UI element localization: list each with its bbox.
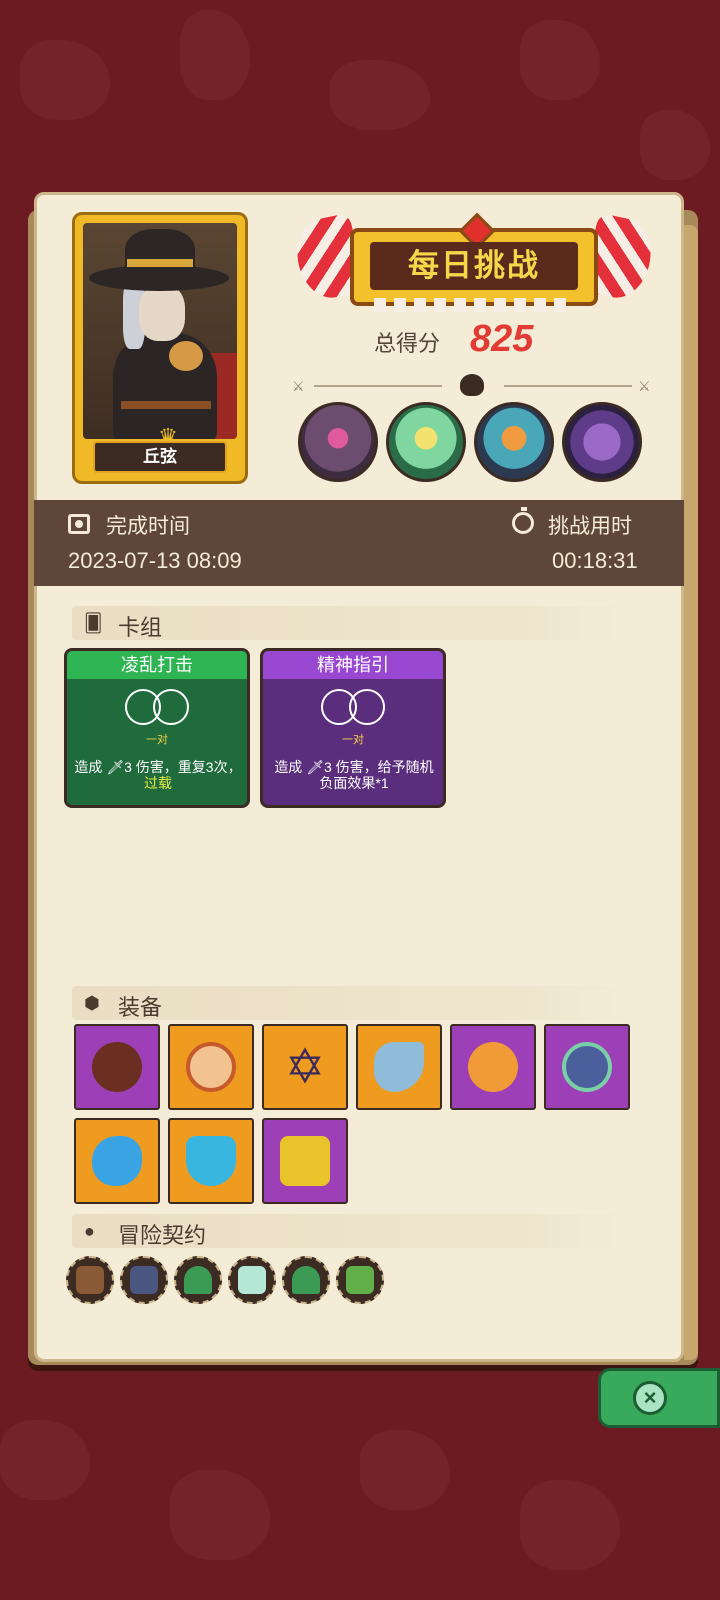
film-icon xyxy=(68,514,90,534)
cards-icon: 🂠 xyxy=(84,613,103,633)
ring-plate-icon[interactable] xyxy=(168,1024,254,1110)
poison-bottle-icon[interactable] xyxy=(336,1256,384,1304)
pair-icon xyxy=(321,689,387,729)
blue-blob-icon[interactable] xyxy=(74,1118,160,1204)
enemy-portrait-4[interactable] xyxy=(562,402,642,482)
close-icon: × xyxy=(633,1381,667,1415)
card-name: 凌乱打击 xyxy=(67,651,247,679)
pair-icon xyxy=(125,689,191,729)
page-title: 每日挑战 xyxy=(370,242,578,290)
contracts-title: 冒险契约 xyxy=(118,1223,207,1248)
sword-icon: 🗡 xyxy=(306,759,324,775)
crossed-swords-icon: ⚔ xyxy=(292,378,305,394)
equipment-header: ⬢ 装备 xyxy=(72,986,634,1020)
hero-name: 丘弦 xyxy=(93,441,227,473)
duration-label: 挑战用时 xyxy=(548,515,632,538)
deck-title: 卡组 xyxy=(118,615,163,640)
panel-edge xyxy=(684,225,698,1360)
card-name: 精神指引 xyxy=(263,651,443,679)
contracts-header: ● 冒险契约 xyxy=(72,1214,634,1248)
score-value: 825 xyxy=(470,318,534,360)
star-triangle-icon[interactable] xyxy=(282,1256,330,1304)
crown-icon: ♛ xyxy=(158,424,178,440)
skill-card[interactable]: 精神指引 一对 造成 🗡3 伤害，给予随机负面效果*1 xyxy=(260,648,446,808)
title-banner: 每日挑战 xyxy=(350,212,598,312)
equipment-title: 装备 xyxy=(118,995,163,1020)
box-icon: ⬢ xyxy=(84,993,100,1013)
star-triangle-icon[interactable] xyxy=(174,1256,222,1304)
sword-icon: 🗡 xyxy=(106,759,125,775)
eye-ring-icon[interactable] xyxy=(544,1024,630,1110)
card-pair-label: 一对 xyxy=(146,734,168,746)
treasure-chest-icon[interactable] xyxy=(262,1118,348,1204)
hexagram-icon[interactable]: ✡ xyxy=(262,1024,348,1110)
hero-portrait: ♛ xyxy=(83,223,237,439)
score-label: 总得分 xyxy=(374,331,441,356)
person-icon: ● xyxy=(84,1221,95,1241)
stopwatch-icon xyxy=(512,507,534,534)
potion-icon[interactable] xyxy=(228,1256,276,1304)
info-bar: 完成时间 2023-07-13 08:09 挑战用时 00:18:31 xyxy=(34,500,684,586)
skill-card[interactable]: 凌乱打击 一对 造成 🗡3 伤害，重复3次，过载 xyxy=(64,648,250,808)
shield-gem-icon[interactable] xyxy=(168,1118,254,1204)
close-button[interactable]: × xyxy=(598,1368,720,1428)
hero-card[interactable]: ♛ 丘弦 xyxy=(72,212,248,484)
deck-header: 🂠 卡组 xyxy=(72,606,634,640)
crossed-swords-icon: ⚔ xyxy=(638,378,651,394)
cheese-icon[interactable] xyxy=(450,1024,536,1110)
divider: ⚔ ⚔ xyxy=(292,374,656,396)
mystery-card-icon[interactable] xyxy=(120,1256,168,1304)
horn-icon[interactable] xyxy=(356,1024,442,1110)
card-description: 造成 🗡3 伤害，给予随机负面效果*1 xyxy=(274,759,434,791)
skull-icon xyxy=(460,374,484,396)
enemy-portrait-2[interactable] xyxy=(386,402,466,482)
enemy-portrait-1[interactable] xyxy=(298,402,378,482)
completion-time-value: 2023-07-13 08:09 xyxy=(68,548,242,573)
completion-time-label: 完成时间 xyxy=(106,515,190,538)
card-pair-label: 一对 xyxy=(342,734,364,746)
chest-contract-icon[interactable] xyxy=(66,1256,114,1304)
enemy-portrait-3[interactable] xyxy=(474,402,554,482)
card-description: 造成 🗡3 伤害，重复3次，过载 xyxy=(74,759,242,791)
duration-value: 00:18:31 xyxy=(552,548,638,573)
button-icon[interactable] xyxy=(74,1024,160,1110)
